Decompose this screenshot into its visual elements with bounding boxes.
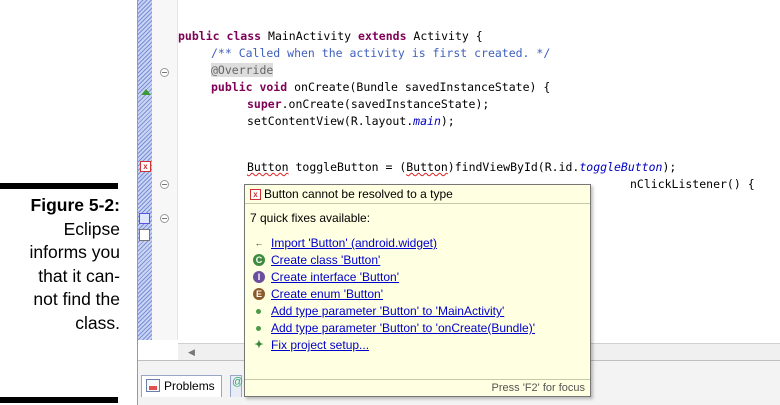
caption-line: that it can- [38,265,120,286]
problems-icon [146,379,160,392]
setup-icon: ✦ [254,339,264,351]
error-icon: x [250,189,261,200]
code-line: public void onCreate(Bundle savedInstanc… [211,80,551,94]
tab-problems-label: Problems [164,379,215,393]
fold-toggle-icon[interactable] [160,214,169,223]
caption-line: not find the [33,289,120,309]
class-icon: C [253,254,265,266]
quick-fix-link[interactable]: Fix project setup... [271,337,369,353]
code-line: super.onCreate(savedInstanceState); [247,97,490,111]
task-marker-icon[interactable] [139,229,150,241]
figure-caption: Figure 5-2: Eclipse informs you that it … [0,194,120,335]
quick-fix-link[interactable]: Import 'Button' (android.widget) [271,235,437,251]
caption-top-rule [0,183,118,189]
figure-label: Figure 5-2: [30,195,120,215]
quick-fix-header: x Button cannot be resolved to a type [245,185,590,204]
quick-fix-popup[interactable]: x Button cannot be resolved to a type 7 … [244,184,591,397]
quick-fix-link[interactable]: Create enum 'Button' [271,286,383,302]
type-parameter-icon [256,326,261,331]
type-parameter-icon [256,309,261,314]
caption-bottom-rule [0,397,118,403]
override-indicator-icon[interactable] [141,89,151,95]
scroll-left-arrow-icon[interactable]: ◀ [188,347,195,358]
code-line: public class MainActivity extends Activi… [178,29,483,43]
fold-toggle-icon[interactable] [160,68,169,77]
quick-fix-footer: Press 'F2' for focus [245,379,590,396]
warning-marker-icon[interactable] [139,213,150,224]
error-marker-icon[interactable]: x [140,161,151,172]
tab-javadoc[interactable]: @ [230,375,243,397]
code-annotation: @Override [211,63,274,77]
quick-fix-count: 7 quick fixes available: [250,211,371,225]
caption-line: informs you [29,242,120,262]
import-icon: ← [254,238,264,248]
code-line-error: Button toggleButton = (Button)findViewBy… [247,160,677,174]
code-line: nClickListener() { [630,177,755,191]
caption-line: class. [75,312,120,333]
code-comment: /** Called when the activity is first cr… [211,46,551,60]
quick-fix-link[interactable]: Create class 'Button' [271,252,380,268]
code-line: setContentView(R.layout.main); [247,114,455,128]
annotation-gutter[interactable] [152,0,178,340]
fold-toggle-icon[interactable] [160,180,169,189]
tab-problems[interactable]: Problems [141,375,222,397]
enum-icon: E [253,288,265,300]
quick-fix-link[interactable]: Add type parameter 'Button' to 'MainActi… [271,303,504,319]
quick-fix-link[interactable]: Create interface 'Button' [271,269,399,285]
quick-fix-link[interactable]: Add type parameter 'Button' to 'onCreate… [271,320,535,336]
caption-line: Eclipse [63,218,120,239]
quick-fix-title: Button cannot be resolved to a type [264,187,453,201]
focus-hint: Press 'F2' for focus [491,382,585,394]
interface-icon: I [253,271,265,283]
